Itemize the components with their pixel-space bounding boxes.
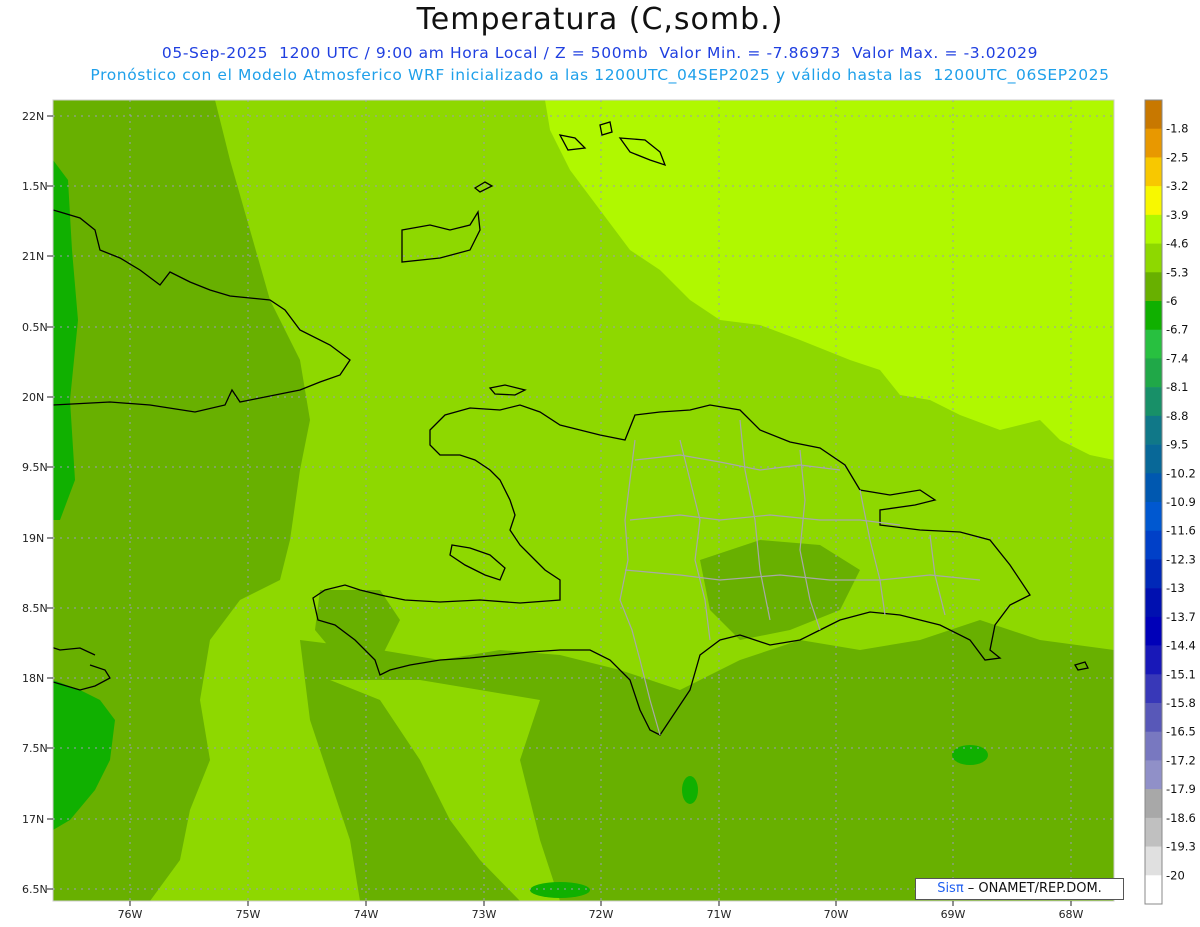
credit-brand: Sisπ <box>937 881 964 896</box>
legend-label: -18.6 <box>1166 811 1196 825</box>
legend-swatch <box>1145 616 1162 646</box>
legend-swatch <box>1145 502 1162 532</box>
lat-label: 7.5N <box>22 742 48 755</box>
lon-label: 76W <box>118 908 143 921</box>
lon-label: 70W <box>824 908 849 921</box>
legend-swatch <box>1145 444 1162 474</box>
lat-label: 0.5N <box>22 321 48 334</box>
lat-label: 22N <box>22 110 44 123</box>
legend-label: -3.9 <box>1166 208 1188 222</box>
legend-swatch <box>1145 817 1162 847</box>
legend-swatch <box>1145 214 1162 244</box>
legend-label: -2.5 <box>1166 150 1188 164</box>
legend-label: -6.7 <box>1166 323 1188 337</box>
credit-text: – ONAMET/REP.DOM. <box>963 881 1102 896</box>
lat-ticks <box>47 115 53 890</box>
legend-swatch <box>1145 473 1162 503</box>
legend-label: -9.5 <box>1166 438 1188 452</box>
color-legend: -1.8 -2.5 -3.2 -3.9 -4.6 -5.3 -6 -6.7 -7.4 -8.1 -8… <box>1144 99 1196 905</box>
legend-swatch <box>1145 645 1162 675</box>
lon-label: 71W <box>707 908 732 921</box>
lat-label: 6.5N <box>22 883 48 896</box>
legend-swatch <box>1145 100 1162 130</box>
legend-label: -8.8 <box>1166 409 1188 423</box>
temperature-field <box>53 100 1114 901</box>
legend-swatch <box>1145 674 1162 704</box>
legend-label: -13.7 <box>1166 610 1196 624</box>
lat-label: 1.5N <box>22 180 48 193</box>
legend-swatch <box>1145 875 1162 905</box>
legend-swatch <box>1145 559 1162 589</box>
lat-label: 8.5N <box>22 602 48 615</box>
field-patch <box>530 882 590 898</box>
legend-swatch <box>1145 731 1162 761</box>
lat-label: 20N <box>22 391 44 404</box>
legend-label: -19.3 <box>1166 840 1196 854</box>
legend-swatch <box>1145 846 1162 876</box>
legend-swatch <box>1145 128 1162 158</box>
legend-swatch <box>1145 243 1162 273</box>
lat-label: 21N <box>22 250 44 263</box>
lon-ticks <box>129 901 1072 906</box>
lon-label: 69W <box>941 908 966 921</box>
legend-label: -4.6 <box>1166 237 1188 251</box>
legend-swatch <box>1145 789 1162 819</box>
legend-swatch <box>1145 272 1162 302</box>
legend-swatch <box>1145 186 1162 216</box>
lat-label: 18N <box>22 672 44 685</box>
field-patch <box>682 776 698 804</box>
legend-label: -15.1 <box>1166 667 1196 681</box>
legend-label: -20 <box>1166 868 1185 882</box>
legend-swatch <box>1145 415 1162 445</box>
legend-swatch <box>1145 530 1162 560</box>
legend-label: -8.1 <box>1166 380 1188 394</box>
lat-label: 19N <box>22 532 44 545</box>
lat-label: 17N <box>22 813 44 826</box>
temperature-map: 22N 1.5N 21N 0.5N 20N 9.5N 19N 8.5N 18N … <box>22 99 1196 921</box>
legend-label: -3.2 <box>1166 179 1188 193</box>
legend-label: -13 <box>1166 581 1185 595</box>
legend-label: -10.2 <box>1166 466 1196 480</box>
legend-label: -14.4 <box>1166 639 1196 653</box>
legend-label: -10.9 <box>1166 495 1196 509</box>
legend-label: -12.3 <box>1166 552 1196 566</box>
lat-label: 9.5N <box>22 461 48 474</box>
legend-swatch <box>1145 157 1162 187</box>
legend-label: -6 <box>1166 294 1177 308</box>
legend-label: -17.9 <box>1166 782 1196 796</box>
legend-swatch <box>1145 387 1162 417</box>
legend-swatch <box>1145 703 1162 733</box>
legend-label: -7.4 <box>1166 351 1188 365</box>
legend-swatch <box>1145 588 1162 618</box>
lon-label: 74W <box>354 908 379 921</box>
lon-label: 72W <box>589 908 614 921</box>
lon-label: 68W <box>1059 908 1084 921</box>
lon-label: 73W <box>472 908 497 921</box>
legend-swatch <box>1145 760 1162 790</box>
latitude-axis: 22N 1.5N 21N 0.5N 20N 9.5N 19N 8.5N 18N … <box>22 110 48 896</box>
legend-label: -16.5 <box>1166 725 1196 739</box>
legend-label: -11.6 <box>1166 524 1196 538</box>
longitude-axis: 76W 75W 74W 73W 72W 71W 70W 69W 68W <box>118 908 1084 921</box>
legend-swatch <box>1145 329 1162 359</box>
legend-label: -1.8 <box>1166 122 1188 136</box>
lon-label: 75W <box>236 908 261 921</box>
credit-box: Sisπ – ONAMET/REP.DOM. <box>915 878 1124 900</box>
legend-swatch <box>1145 301 1162 331</box>
legend-label: -5.3 <box>1166 265 1188 279</box>
legend-label: -15.8 <box>1166 696 1196 710</box>
legend-label: -17.2 <box>1166 753 1196 767</box>
legend-swatch <box>1145 358 1162 388</box>
